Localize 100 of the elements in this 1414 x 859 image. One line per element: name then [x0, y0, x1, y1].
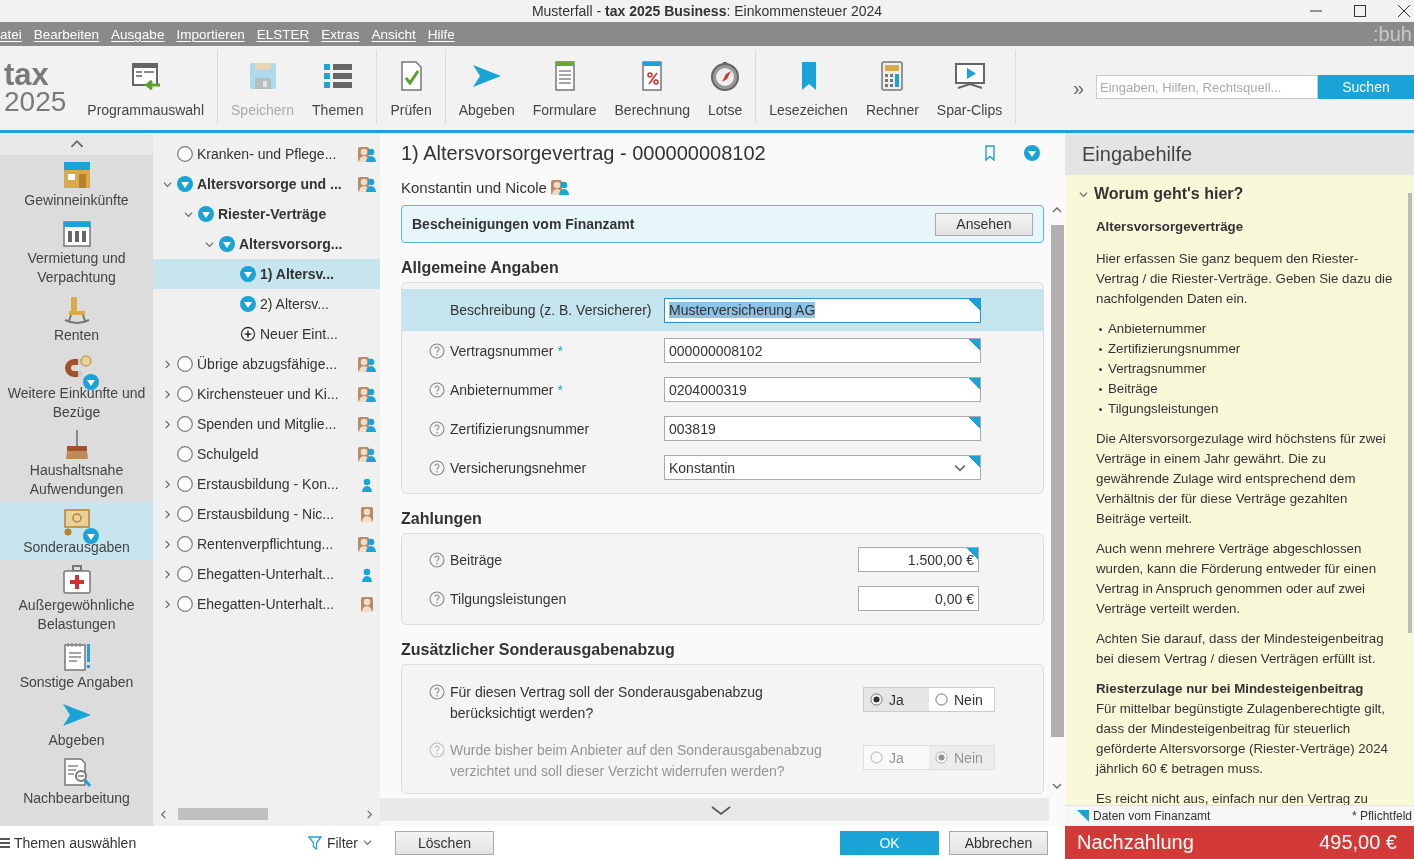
toolbar-button[interactable]: Programmauswahl: [78, 50, 213, 124]
chevron-right-icon[interactable]: [162, 569, 172, 579]
nav-item[interactable]: Renten: [0, 290, 153, 348]
help-icon[interactable]: [429, 342, 445, 359]
help-paragraph: Achten Sie darauf, dass der Mindesteigenbeitrag bei diesem Vertrag / diesen Verträgen erfüllt ist.: [1096, 630, 1385, 668]
toolbar-button[interactable]: Prüfen: [381, 50, 441, 124]
scroll-right-icon[interactable]: [365, 809, 374, 819]
scroll-down-icon[interactable]: [1052, 781, 1062, 791]
tree-item[interactable]: Riester-Verträge: [153, 199, 380, 229]
toolbar-button[interactable]: Berechnung: [605, 50, 700, 124]
panel-title: Eingabehilfe: [1082, 142, 1193, 166]
list-icon: [0, 836, 10, 849]
bookmark-icon[interactable]: [984, 145, 996, 161]
search-field[interactable]: Eingaben, Hilfen, Rechtsquell...: [1096, 75, 1318, 99]
nav-item[interactable]: Sonstige Angaben: [0, 637, 153, 695]
dialog-button[interactable]: Löschen: [395, 830, 494, 855]
tree-item[interactable]: Kirchensteuer und Ki...: [153, 379, 380, 409]
nav-item[interactable]: Haushaltsnahe Aufwendungen: [0, 425, 153, 502]
app-logo: tax 2025: [3, 56, 68, 120]
filter-button[interactable]: Filter: [307, 834, 380, 851]
input-field[interactable]: 003819: [664, 416, 981, 441]
amount-field[interactable]: 1.500,00 €: [858, 547, 979, 572]
help-icon[interactable]: [429, 684, 445, 700]
chevron-right-icon[interactable]: [162, 599, 172, 609]
help-icon[interactable]: [429, 381, 445, 398]
tree-item[interactable]: 1) Altersv...: [153, 259, 380, 289]
tree-item[interactable]: Erstausbildung - Kon...: [153, 469, 380, 499]
list-item: Beiträge: [1108, 380, 1158, 398]
scroll-up-icon[interactable]: [1052, 205, 1062, 215]
play-screen-icon: [953, 60, 986, 92]
chevron-right-icon[interactable]: [162, 479, 172, 489]
chevron-down-icon[interactable]: [183, 209, 193, 219]
list-item: Vertragsnummer: [1108, 360, 1207, 378]
more-button[interactable]: »: [1072, 76, 1096, 100]
tree-item[interactable]: Spenden und Mitglie...: [153, 409, 380, 439]
tree-item[interactable]: Ehegatten-Unterhalt...: [153, 589, 380, 619]
view-button[interactable]: Ansehen: [935, 212, 1033, 236]
caret-icon[interactable]: [363, 838, 372, 847]
tree-item[interactable]: Rentenverpflichtung...: [153, 529, 380, 559]
input-field[interactable]: Musterversicherung AG: [664, 297, 981, 323]
toolbar-button[interactable]: Abgeben: [449, 50, 524, 124]
question-text: Wurde bisher beim Anbieter auf den Sonderausgabenabzug verzichtet und soll dieser Verzicht widerrufen werden?: [450, 741, 823, 781]
section-title: Zusätzlicher Sonderausgabenabzug: [401, 641, 676, 659]
topics-button[interactable]: Themen auswählen: [0, 834, 137, 851]
tree-item[interactable]: Ehegatten-Unterhalt...: [153, 559, 380, 589]
field-label: Anbieternummer: [450, 381, 554, 398]
maximize-icon[interactable]: [1354, 5, 1366, 17]
total-amount: 495,00 €: [1319, 831, 1397, 854]
nav-item[interactable]: Sonderausgaben: [0, 502, 153, 560]
nav-item[interactable]: Gewinneinkünfte: [0, 155, 153, 213]
help-icon[interactable]: [429, 420, 445, 437]
toolbar-button[interactable]: Lotse: [699, 50, 752, 124]
nav-item[interactable]: Außergewöhnliche Belastungen: [0, 560, 153, 637]
nav-item[interactable]: Nachbearbeitung: [0, 753, 153, 811]
add-icon: [240, 326, 256, 342]
chevron-right-icon[interactable]: [162, 389, 172, 399]
chevron-right-icon[interactable]: [162, 359, 172, 369]
input-field[interactable]: 000000008102: [664, 338, 981, 363]
chevron-right-icon[interactable]: [162, 509, 172, 519]
section-toggle[interactable]: Worum geht's hier?: [1079, 175, 1399, 213]
chevron-right-icon[interactable]: [162, 419, 172, 429]
chevron-down-icon[interactable]: [709, 803, 732, 816]
tree-item[interactable]: Altersvorsorg...: [153, 229, 380, 259]
bullet-icon: [1099, 368, 1102, 371]
toolbar-button[interactable]: Spar-Clips: [927, 50, 1012, 124]
nav-item[interactable]: Weitere Einkünfte und Bezüge: [0, 348, 153, 425]
corner-marker-icon: [1077, 810, 1089, 822]
tree-item[interactable]: Altersvorsorge und ...: [153, 169, 380, 199]
chevron-down-icon[interactable]: [204, 239, 214, 249]
nav-item[interactable]: Vermietung und Verpachtung: [0, 213, 153, 290]
toolbar-button[interactable]: Lesezeichen: [760, 50, 857, 124]
toolbar-button[interactable]: Themen: [303, 50, 373, 124]
amount-field[interactable]: 0,00 €: [858, 586, 979, 611]
scroll-left-icon[interactable]: [159, 809, 168, 819]
help-icon[interactable]: [429, 459, 445, 476]
tree-item[interactable]: Übrige abzugsfähige...: [153, 349, 380, 379]
radio-option[interactable]: Ja: [864, 688, 929, 711]
chevron-down-icon[interactable]: [162, 179, 172, 189]
input-field[interactable]: 0204000319: [664, 377, 981, 402]
help-icon[interactable]: [429, 551, 445, 568]
dialog-button[interactable]: Abbrechen: [949, 830, 1048, 855]
toolbar-button[interactable]: Formulare: [523, 50, 606, 124]
window-title: Musterfall - tax 2025 Business: Einkommensteuer 2024: [531, 3, 883, 19]
chevron-down-icon[interactable]: [1079, 189, 1088, 199]
bullet-icon: [1099, 348, 1102, 351]
tree-item[interactable]: Erstausbildung - Nic...: [153, 499, 380, 529]
legend-text: Daten vom Finanzamt: [1093, 809, 1211, 823]
tree-item[interactable]: Neuer Eint...: [153, 319, 380, 349]
nav-item[interactable]: Abgeben: [0, 695, 153, 753]
chevron-right-icon[interactable]: [162, 539, 172, 549]
required-mark: *: [557, 342, 563, 359]
dropdown[interactable]: Konstantin: [664, 455, 981, 480]
tree-item[interactable]: 2) Altersv...: [153, 289, 380, 319]
tree-item[interactable]: Kranken- und Pflege...: [153, 139, 380, 169]
field-label: Tilgungsleistungen: [450, 590, 567, 607]
toolbar-button[interactable]: Rechner: [856, 50, 928, 124]
tree-item[interactable]: Schulgeld: [153, 439, 380, 469]
radio-option[interactable]: Nein: [929, 688, 994, 711]
help-icon[interactable]: [429, 590, 445, 607]
close-icon[interactable]: [1398, 5, 1410, 17]
